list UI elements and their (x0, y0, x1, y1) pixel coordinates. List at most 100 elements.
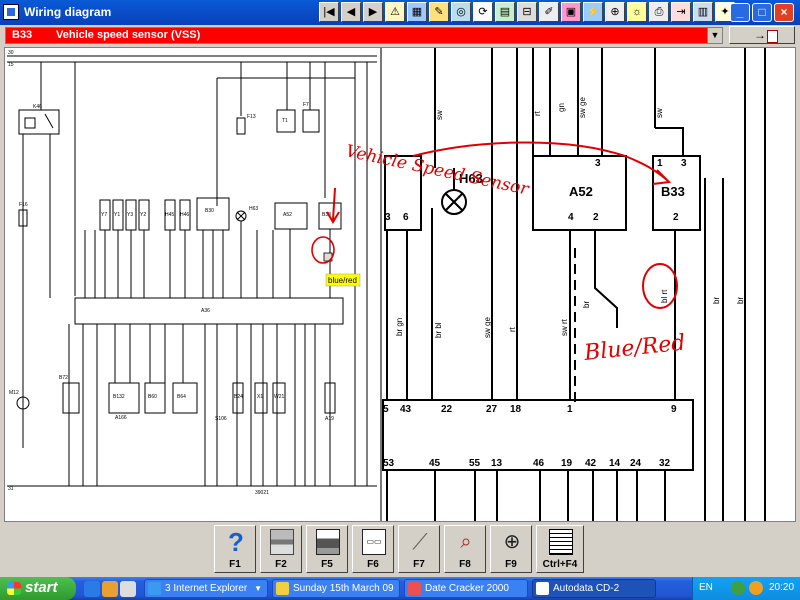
wiring-icon[interactable]: ⚡ (583, 2, 603, 22)
rename-icon[interactable]: ✎ (429, 2, 449, 22)
start-button[interactable]: start (0, 577, 76, 600)
pin-label: 1 (657, 158, 663, 169)
f6-connector-button[interactable]: ▭▭ F6 (352, 525, 394, 573)
edit-icon[interactable]: ✐ (539, 2, 559, 22)
ecu-pin: 53 (383, 458, 395, 469)
language-indicator[interactable]: EN (699, 582, 713, 593)
ecu-pin: 18 (510, 404, 522, 415)
media-quicklaunch-icon[interactable] (102, 581, 118, 597)
part-label: S106 (215, 416, 227, 422)
part-label: B60 (148, 394, 157, 400)
book-icon[interactable]: ▣ (561, 2, 581, 22)
annotation-circle (311, 236, 335, 264)
print-icon[interactable]: ⎙ (649, 2, 669, 22)
close-button[interactable]: × (774, 3, 794, 22)
f1-help-button[interactable]: ? F1 (214, 525, 256, 573)
window-title: Wiring diagram (24, 5, 112, 19)
security-icon[interactable] (749, 581, 763, 595)
system-tray: EN 20:20 (692, 577, 800, 600)
world-icon[interactable]: ☼ (627, 2, 647, 22)
first-page-icon[interactable]: |◀ (319, 2, 339, 22)
clock: 20:20 (769, 582, 795, 593)
go-to-page-button[interactable] (729, 26, 795, 44)
windows-logo-icon (7, 582, 21, 595)
part-label: Y7 (101, 212, 107, 218)
component-selector[interactable]: B33 Vehicle speed sensor (VSS) ▼ (5, 27, 723, 44)
ctrl-f4-button[interactable]: Ctrl+F4 (536, 525, 584, 573)
part-label: T1 (282, 118, 288, 124)
zoom-icon: ⊕ (503, 531, 521, 553)
zoom-labels: H63 3 6 A52 3 4 2 B33 1 3 2 5 43 22 27 1… (383, 158, 687, 469)
part-label: X1 (257, 394, 263, 400)
wire-label: br bl (434, 322, 443, 338)
ecu-pin: 5 (383, 404, 389, 415)
f5-printer-button[interactable]: F5 (306, 525, 348, 573)
exit-icon[interactable]: ⇥ (671, 2, 691, 22)
minimize-button[interactable]: _ (730, 3, 750, 22)
ie-quicklaunch-icon[interactable] (84, 581, 100, 597)
component-location-icon[interactable]: ▦ (407, 2, 427, 22)
sheets-icon[interactable]: ⊟ (517, 2, 537, 22)
f9-zoom-button[interactable]: ⊕ F9 (490, 525, 532, 573)
ecu-pin: 46 (533, 458, 545, 469)
ecu-pin: 13 (491, 458, 503, 469)
next-page-icon[interactable]: ▶ (363, 2, 383, 22)
ecu-pin: 22 (441, 404, 453, 415)
clipboard-icon[interactable]: ▥ (693, 2, 713, 22)
rail-label: 15 (8, 62, 14, 68)
part-label: B30 (205, 208, 214, 214)
maximize-button[interactable]: □ (752, 3, 772, 22)
chevron-down-icon: ▼ (254, 584, 262, 593)
part-label: B72 (59, 375, 68, 381)
part-label: Y1 (114, 212, 120, 218)
autodata-icon (536, 582, 549, 595)
ecu-pin: 24 (630, 458, 642, 469)
wire-label: sw ge (483, 317, 492, 338)
wire-label: rt (533, 110, 542, 116)
ecu-pin: 32 (659, 458, 671, 469)
wire-label: br (712, 297, 721, 304)
taskbar-item-autodata[interactable]: Autodata CD-2 (532, 579, 656, 598)
fuse-icon[interactable]: ◎ (451, 2, 471, 22)
fuse-label: F7 (303, 102, 309, 108)
part-label: B64 (177, 394, 186, 400)
taskbar-item-internet-explorer[interactable]: 3 Internet Explorer ▼ (144, 579, 268, 598)
network-icon[interactable] (731, 581, 745, 595)
colour-icon[interactable]: ▤ (495, 2, 515, 22)
ecu-pin: 9 (671, 404, 677, 415)
wire-label: sw (435, 110, 444, 120)
taskbar-item-date-cracker[interactable]: Date Cracker 2000 (404, 579, 528, 598)
title-bar: Wiring diagram |◀ ◀ ▶ ⚠ ▦ ✎ ◎ ⟳ ▤ ⊟ ✐ ▣ … (0, 0, 800, 25)
previous-page-icon[interactable]: ◀ (341, 2, 361, 22)
f2-print-button[interactable]: F2 (260, 525, 302, 573)
printer-icon (316, 529, 340, 555)
zoom-icon[interactable]: ⊕ (605, 2, 625, 22)
taskbar-item-sunday[interactable]: Sunday 15th March 09 (272, 579, 400, 598)
chevron-down-icon[interactable]: ▼ (707, 28, 722, 43)
part-label: A19 (325, 416, 334, 422)
part-label: B132 (113, 394, 125, 400)
part-label: Y3 (127, 212, 133, 218)
wire-label: br gn (395, 318, 404, 336)
wire-label: sw (655, 108, 664, 118)
desktop-quicklaunch-icon[interactable] (120, 581, 136, 597)
part-label: H45 (165, 212, 174, 218)
probe-icon: ⟋ (412, 529, 428, 554)
ecu-pin: 42 (585, 458, 597, 469)
taskbar: start 3 Internet Explorer ▼ Sunday 15th … (0, 577, 800, 600)
pin-label: 2 (593, 212, 599, 223)
part-label: H63 (249, 206, 258, 212)
fuse-label: F16 (19, 202, 28, 208)
pin-label: 3 (681, 158, 687, 169)
pin-label: 3 (385, 212, 391, 223)
f7-probe-button[interactable]: ⟋ F7 (398, 525, 440, 573)
part-label: B24 (234, 394, 243, 400)
rotate-icon[interactable]: ⟳ (473, 2, 493, 22)
warning-icon[interactable]: ⚠ (385, 2, 405, 22)
f8-search-component-button[interactable]: ⌕ F8 (444, 525, 486, 573)
ground-label: 39021 (255, 490, 269, 496)
ecu-pin: 19 (561, 458, 573, 469)
b33-label: B33 (661, 184, 685, 199)
wire-label: rt (508, 326, 517, 332)
ecu-label: A36 (201, 308, 210, 314)
